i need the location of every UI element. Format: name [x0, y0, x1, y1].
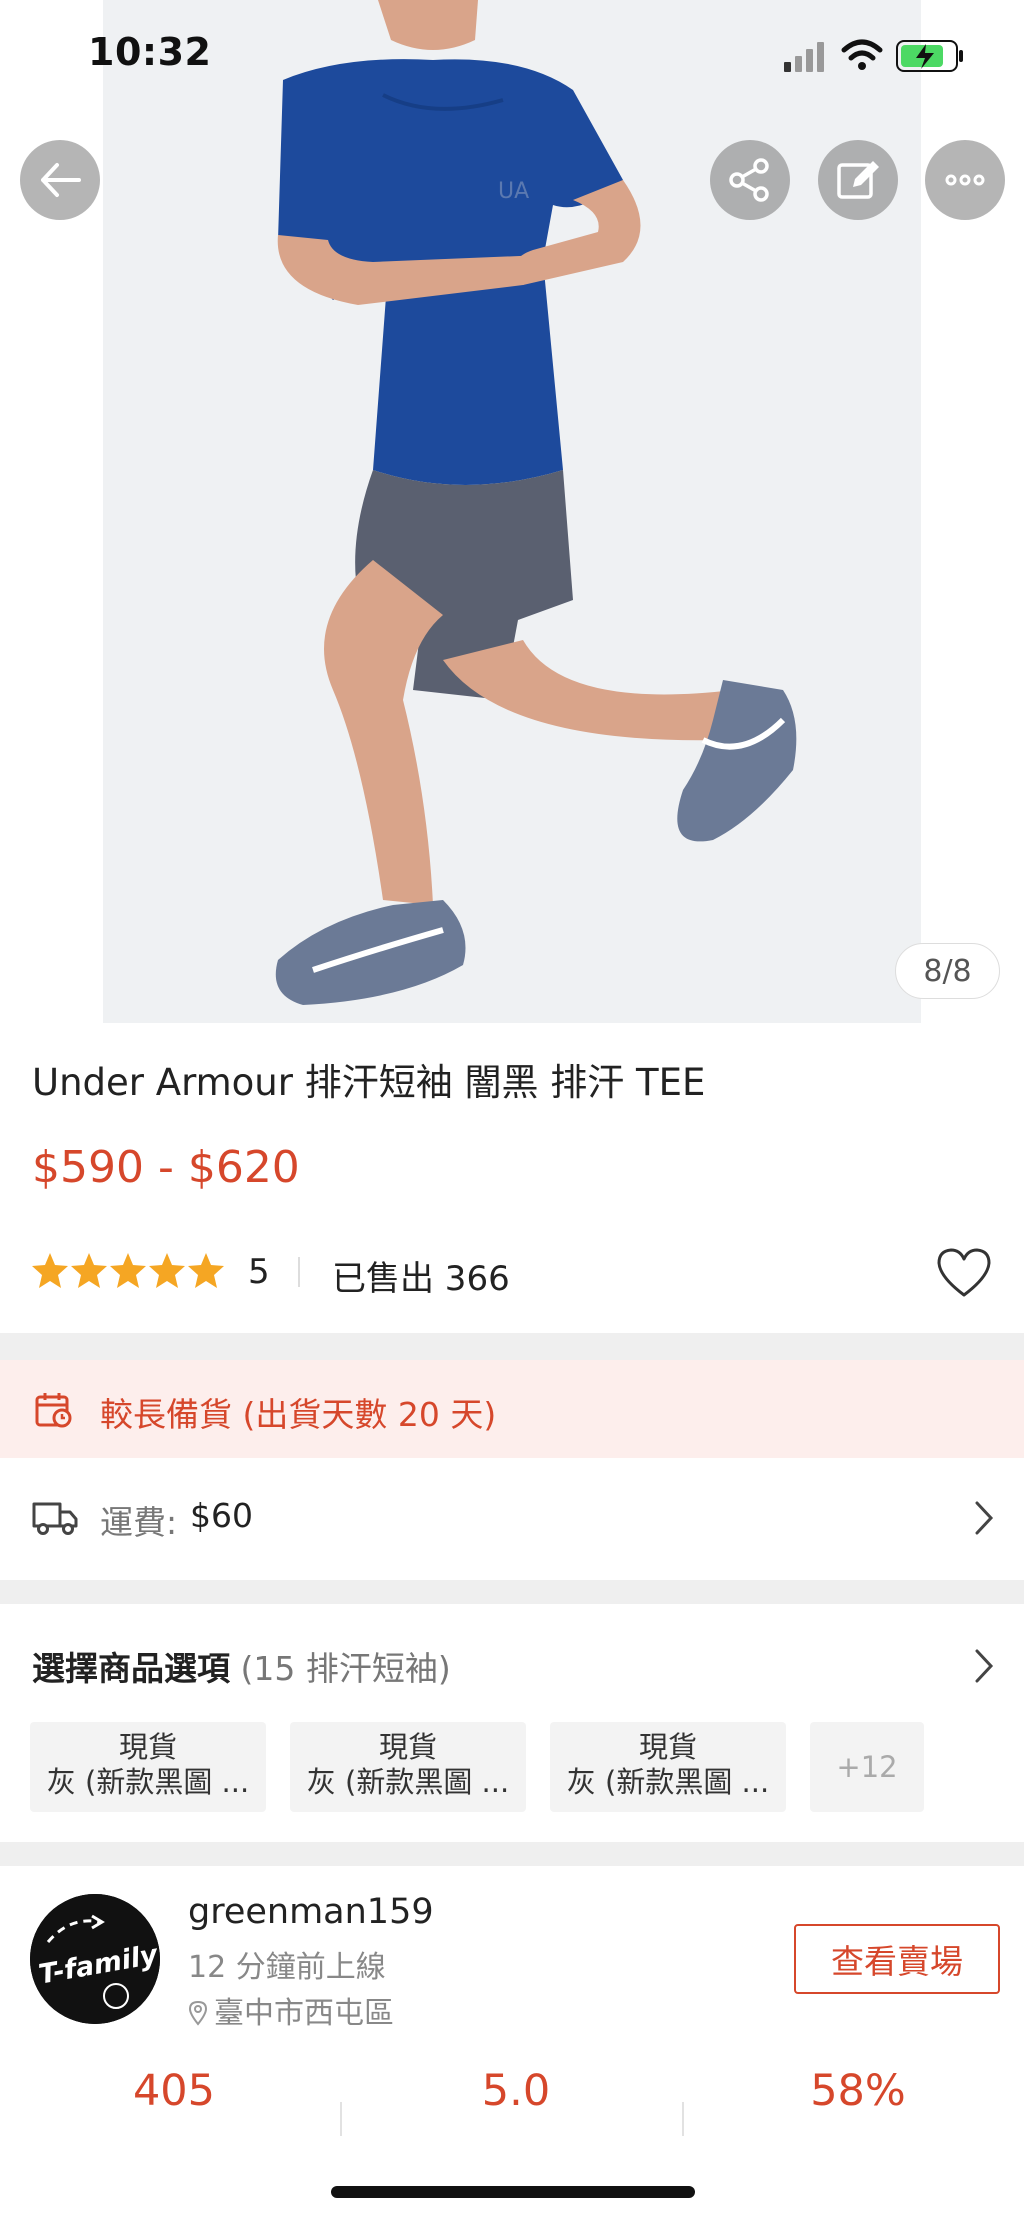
more-dots-icon: [945, 174, 985, 186]
seller-location-text: 臺中市西屯區: [214, 1996, 394, 2031]
option-variant: 灰 (新款黑圖 ...: [306, 1765, 510, 1799]
options-count: (15 排汗短袖): [240, 1649, 451, 1688]
shipping-label: 運費:: [100, 1503, 178, 1542]
image-counter: 8/8: [895, 943, 1000, 999]
section-separator: [0, 1580, 1024, 1604]
wifi-icon: [841, 39, 883, 70]
option-stock: 現貨: [118, 1730, 177, 1764]
divider: [298, 1257, 300, 1287]
edit-button[interactable]: [818, 140, 898, 220]
more-options-chip[interactable]: +12: [810, 1722, 924, 1812]
heart-icon: [937, 1248, 991, 1297]
seller-location: 臺中市西屯區: [188, 1988, 394, 2032]
section-separator: [0, 1842, 1024, 1866]
svg-text:UA: UA: [498, 179, 529, 204]
more-button[interactable]: [925, 140, 1005, 220]
share-icon: [729, 158, 769, 202]
seller-logo: T-family: [30, 1894, 160, 2024]
sold-count: 已售出 366: [332, 1259, 510, 1299]
option-stock: 現貨: [638, 1730, 697, 1764]
product-photo: UA: [103, 0, 921, 1023]
chevron-right-icon: [975, 1501, 994, 1535]
options-title: 選擇商品選項: [32, 1649, 230, 1688]
option-chip[interactable]: 現貨 灰 (新款黑圖 ...: [290, 1722, 526, 1812]
like-button[interactable]: [934, 1245, 994, 1301]
visit-shop-button[interactable]: 查看賣場: [794, 1924, 1000, 1994]
option-variant: 灰 (新款黑圖 ...: [46, 1765, 250, 1799]
calendar-clock-icon: [35, 1393, 72, 1428]
option-variant: 灰 (新款黑圖 ...: [566, 1765, 770, 1799]
seller-avatar[interactable]: T-family: [30, 1894, 160, 2024]
edit-icon: [837, 161, 879, 199]
option-chip[interactable]: 現貨 灰 (新款黑圖 ...: [30, 1722, 266, 1812]
seller-name[interactable]: greenman159: [188, 1892, 434, 1932]
option-stock: 現貨: [378, 1730, 437, 1764]
preorder-notice-text: 較長備貨 (出貨天數 20 天): [100, 1395, 497, 1434]
seller-stat-products: 405: [132, 2066, 216, 2116]
product-page: UA 10:32 8/8 Under Armour 排汗短袖 闇黑 排汗 TEE…: [0, 0, 1024, 2217]
option-chip[interactable]: 現貨 灰 (新款黑圖 ...: [550, 1722, 786, 1812]
product-price: $590 - $620: [32, 1142, 300, 1193]
rating-row: 5 已售出 366: [30, 1245, 994, 1301]
seller-card: T-family greenman159 12 分鐘前上線 臺中市西屯區 查看賣…: [0, 1866, 1024, 2217]
share-button[interactable]: [710, 140, 790, 220]
signal-icon: [784, 42, 824, 72]
battery-charging-icon: [896, 40, 963, 72]
seller-last-online: 12 分鐘前上線: [188, 1950, 386, 1985]
home-indicator[interactable]: [331, 2186, 695, 2198]
arrow-left-icon: [41, 163, 81, 197]
options-header[interactable]: 選擇商品選項 (15 排汗短袖): [32, 1642, 451, 1690]
location-pin-icon: [188, 2000, 208, 2026]
section-separator: [0, 1333, 1024, 1360]
divider: [682, 2102, 684, 2136]
shipping-fee: $60: [190, 1496, 253, 1535]
seller-stat-response-rate: 58%: [810, 2066, 906, 2116]
rating-value: 5: [248, 1252, 270, 1292]
back-button[interactable]: [20, 140, 100, 220]
divider: [340, 2102, 342, 2136]
rating-stars: [30, 1251, 226, 1291]
seller-stat-rating: 5.0: [481, 2066, 551, 2116]
product-title: Under Armour 排汗短袖 闇黑 排汗 TEE: [32, 1061, 706, 1104]
truck-icon: [32, 1502, 78, 1535]
status-time: 10:32: [88, 30, 212, 74]
preorder-notice: 較長備貨 (出貨天數 20 天): [0, 1360, 1024, 1458]
status-icons: [784, 36, 974, 76]
star-icons: [32, 1253, 224, 1288]
chevron-right-icon[interactable]: [972, 1646, 996, 1686]
shipping-row[interactable]: 運費: $60: [0, 1458, 1024, 1580]
